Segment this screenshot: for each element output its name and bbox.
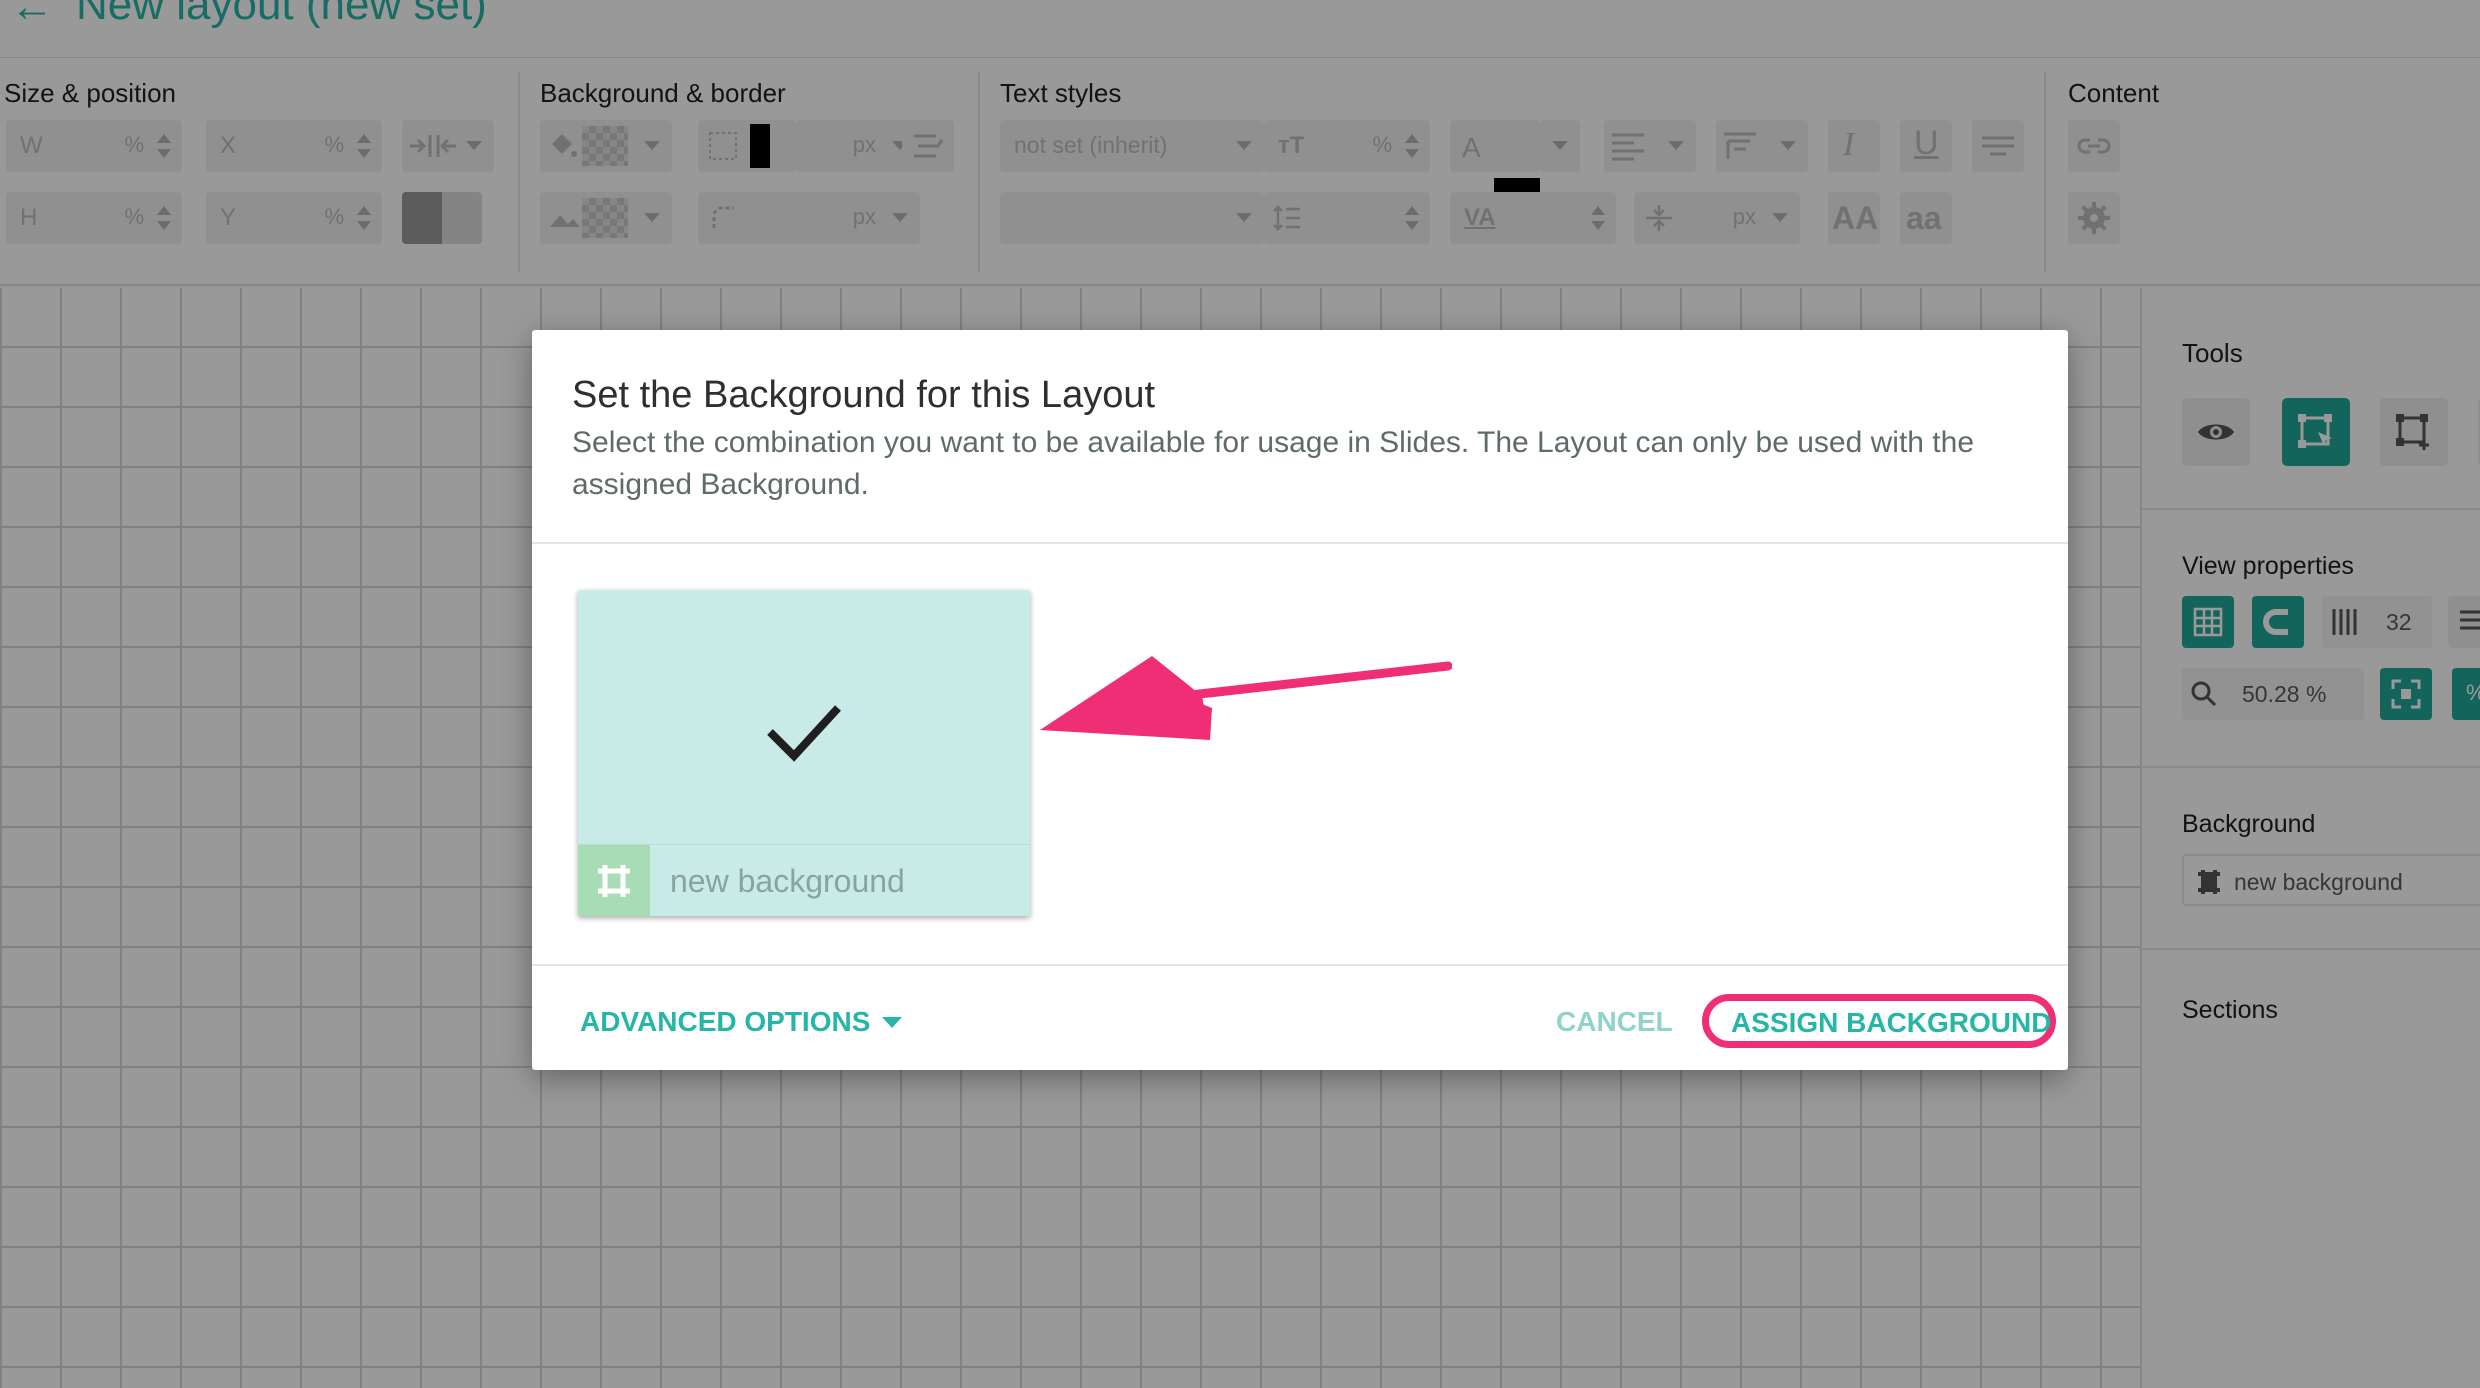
- dialog-title: Set the Background for this Layout: [572, 374, 1156, 416]
- set-background-dialog: Set the Background for this Layout Selec…: [532, 330, 2068, 1070]
- dialog-subtitle: Select the combination you want to be av…: [572, 426, 1975, 501]
- annotation-arrow-icon: [1040, 656, 1452, 740]
- check-icon: [767, 705, 841, 762]
- background-icon: [598, 865, 630, 897]
- advanced-options-button[interactable]: ADVANCED OPTIONS: [580, 1006, 870, 1038]
- cancel-button[interactable]: CANCEL: [1556, 1006, 1673, 1038]
- dialog-footer-divider: [532, 964, 2068, 966]
- background-option-footer: new background: [578, 844, 1030, 916]
- dialog-divider: [532, 542, 2068, 544]
- background-option-icon-box: [578, 845, 650, 916]
- assign-background-label: ASSIGN BACKGROUND: [1731, 1007, 2052, 1038]
- background-option-card[interactable]: new background: [578, 590, 1030, 916]
- caret-down-icon[interactable]: [882, 1017, 902, 1028]
- background-option-label: new background: [670, 863, 905, 899]
- assign-background-button[interactable]: ASSIGN BACKGROUND: [1702, 994, 2056, 1048]
